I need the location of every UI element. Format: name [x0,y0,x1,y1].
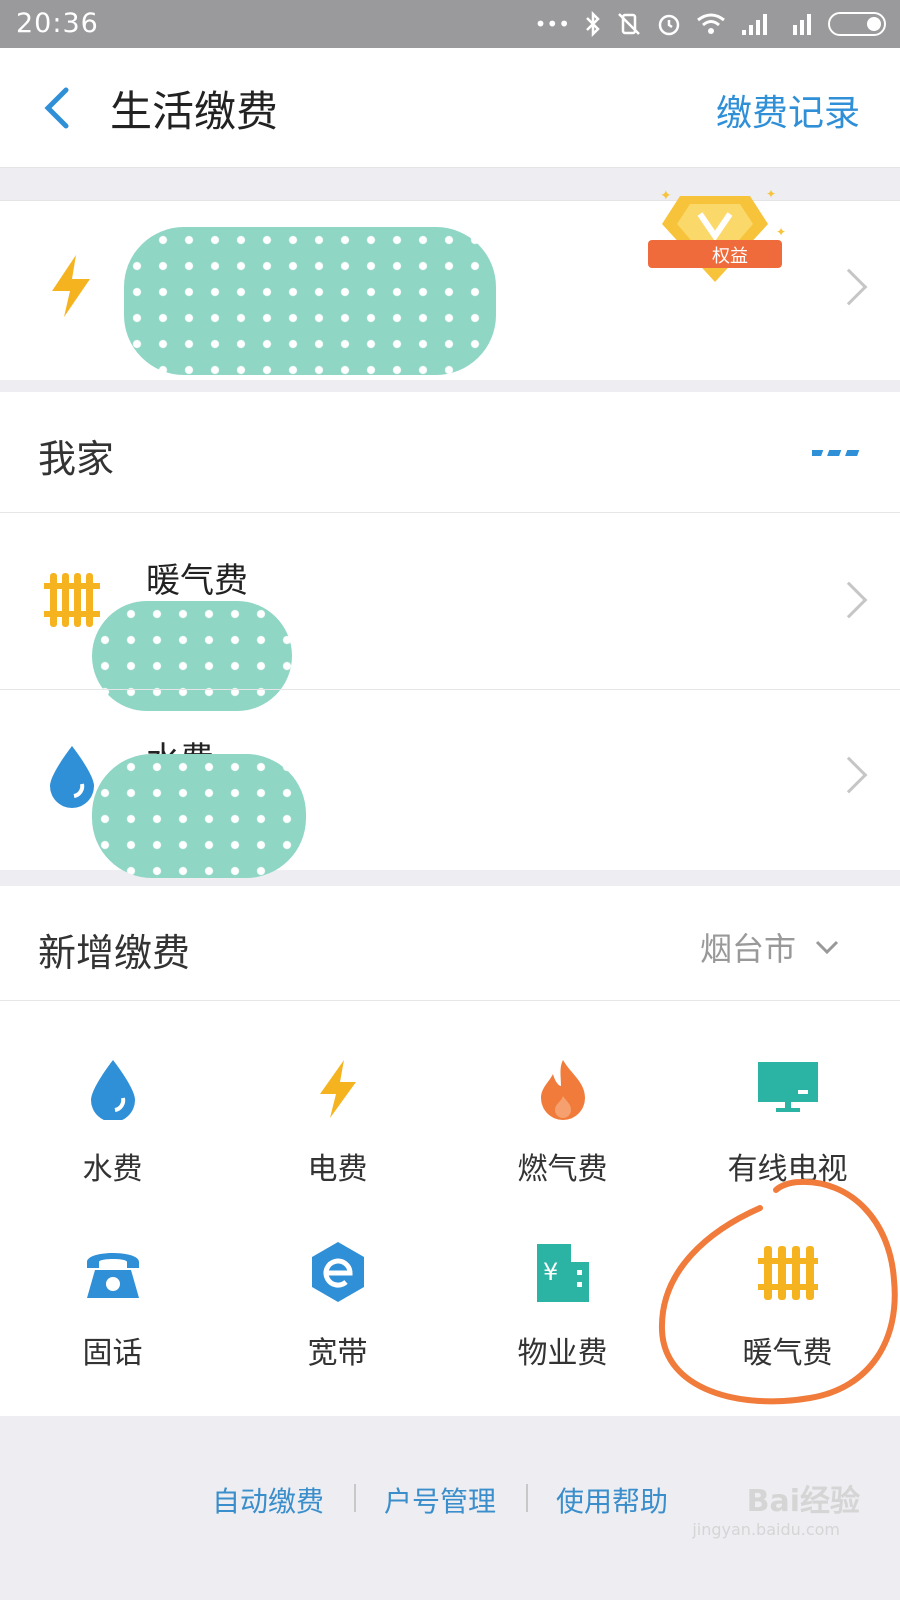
bluetooth-icon [586,11,600,37]
lightning-icon [52,255,90,317]
chevron-right-icon [830,581,868,619]
divider [0,1000,900,1001]
chevron-down-icon [815,940,839,955]
divider [526,1484,528,1512]
signal-icon [742,14,767,35]
rights-badge-icon[interactable]: ✦ ✦ ✦ [640,184,790,294]
status-bar: 20:36 ••• [0,0,900,48]
grid-item-label: 电费 [307,1152,368,1187]
my-home-title: 我家 [38,437,115,481]
city-selector[interactable]: 烟台市 [700,924,840,970]
building-icon: ¥ [536,1244,589,1302]
grid-item-label: 固话 [82,1336,143,1371]
grid-item-label: 宽带 [307,1336,368,1371]
account-management-link[interactable]: 户号管理 [384,1480,496,1520]
grid-item-gas[interactable]: 燃气费 [450,1056,675,1188]
radiator-icon [44,573,100,627]
auto-pay-link[interactable]: 自动缴费 [212,1480,324,1520]
grid-item-water[interactable]: 水费 [0,1056,225,1188]
chevron-right-icon [830,268,868,306]
redacted-account-info [124,227,496,375]
list-item-heating[interactable]: 暖气费 [0,513,900,711]
annotation-circle [658,1178,898,1405]
page-title: 生活缴费 [110,87,279,136]
telephone-icon [86,1253,139,1298]
back-arrow-icon[interactable] [28,78,88,138]
divider [354,1484,356,1512]
nav-bar: 生活缴费 缴费记录 [0,48,900,168]
help-link[interactable]: 使用帮助 [556,1480,668,1520]
alarm-icon [658,14,680,36]
tv-icon [757,1062,818,1112]
water-drop-icon [50,746,94,808]
svg-text:✦: ✦ [766,187,776,201]
more-dots-icon: ••• [534,12,570,36]
my-home-section: 我家 暖气费 水费 [0,392,900,878]
list-item-water[interactable]: 水费 [0,690,900,878]
svg-text:✦: ✦ [660,188,672,204]
list-item-label: 暖气费 [146,561,248,601]
grid-item-property[interactable]: ¥ 物业费 [450,1240,675,1372]
grid-item-broadband[interactable]: 宽带 [225,1240,450,1372]
hd-signal-icon [793,14,811,35]
grid-item-electricity[interactable]: 电费 [225,1056,450,1188]
city-label: 烟台市 [699,930,796,968]
redacted-account-info [92,754,306,878]
svg-text:¥: ¥ [543,1258,558,1286]
status-time: 20:36 [16,8,99,39]
wifi-icon [697,13,725,34]
flame-icon [540,1060,585,1120]
grid-item-landline[interactable]: 固话 [0,1240,225,1372]
water-drop-icon [90,1060,135,1122]
chevron-right-icon [830,756,868,794]
badge-label: 权益 [712,246,748,267]
grid-item-label: 水费 [82,1152,143,1187]
broadband-icon [311,1242,364,1302]
vibrate-icon [618,13,640,35]
status-icons: ••• [535,8,886,40]
battery-icon [828,12,886,36]
svg-text:✦: ✦ [776,225,786,239]
grid-item-label: 物业费 [517,1336,608,1371]
watermark-logo: Bai经验 [746,1484,860,1519]
payment-history-link[interactable]: 缴费记录 [716,84,860,136]
new-payment-title: 新增缴费 [38,931,191,975]
lightning-icon [319,1060,356,1118]
more-options-icon[interactable] [812,448,862,460]
watermark-url: jingyan.baidu.com [692,1520,840,1539]
grid-item-label: 燃气费 [517,1152,608,1187]
